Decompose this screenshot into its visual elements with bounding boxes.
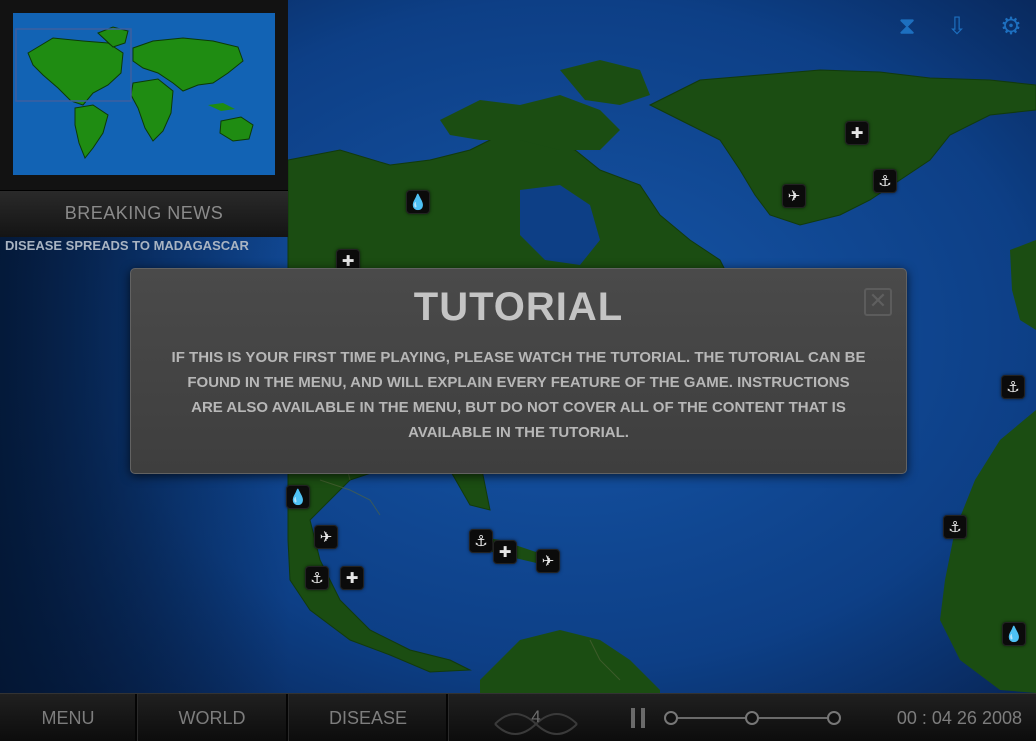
hospital-icon[interactable]: ✚ [845, 121, 869, 145]
bottom-bar: MENU WORLD DISEASE 4 00 : 04 26 2008 [0, 693, 1036, 741]
speed-fast-dot[interactable] [827, 711, 841, 725]
world-button[interactable]: WORLD [138, 694, 286, 741]
dna-points-count: 4 [531, 707, 541, 726]
menu-button[interactable]: MENU [0, 694, 136, 741]
port-icon[interactable]: ⚓ [305, 566, 329, 590]
minimap-north-america [27, 37, 124, 106]
minimap-world [15, 26, 254, 159]
minimap[interactable] [13, 13, 275, 175]
water-icon[interactable]: 💧 [286, 485, 310, 509]
airport-icon[interactable]: ✈ [536, 549, 560, 573]
tutorial-dialog: TUTORIAL ✕ IF THIS IS YOUR FIRST TIME PL… [130, 268, 907, 474]
close-icon[interactable]: ✕ [864, 288, 892, 316]
game-date: 00 : 04 26 2008 [896, 708, 1022, 728]
dialog-body: IF THIS IS YOUR FIRST TIME PLAYING, PLEA… [171, 349, 866, 441]
divider [446, 694, 449, 741]
speed-medium-dot[interactable] [745, 711, 759, 725]
minimap-frame [0, 0, 288, 190]
port-icon[interactable]: ⚓ [1001, 375, 1025, 399]
airport-icon[interactable]: ✈ [314, 525, 338, 549]
minimap-south-america [74, 104, 109, 159]
disease-button[interactable]: DISEASE [288, 694, 448, 741]
news-ticker: DISEASE SPREADS TO MADAGASCAR [5, 238, 249, 253]
game-stage: ✚ ⚓ ✈ 💧 ✚ ⚓ 💧 ✈ ⚓ ✚ ✈ ⚓ ✚ ⚓ 💧 ⧗ ⇩ ⚙ BREA… [0, 0, 1036, 741]
breaking-news-title: BREAKING NEWS [64, 203, 224, 223]
pause-icon[interactable] [628, 708, 650, 728]
hospital-icon[interactable]: ✚ [493, 540, 517, 564]
dialog-title: TUTORIAL [413, 285, 624, 329]
water-icon[interactable]: 💧 [1002, 622, 1026, 646]
minimap-australia [219, 116, 254, 142]
airport-icon[interactable]: ✈ [782, 184, 806, 208]
port-icon[interactable]: ⚓ [873, 169, 897, 193]
hospital-icon[interactable]: ✚ [340, 566, 364, 590]
water-icon[interactable]: 💧 [406, 190, 430, 214]
hourglass-icon[interactable]: ⧗ [892, 12, 922, 40]
port-icon[interactable]: ⚓ [469, 529, 493, 553]
minimap-indonesia [208, 103, 235, 111]
minimap-africa [130, 78, 174, 142]
speed-slow-dot[interactable] [664, 711, 678, 725]
download-arrow-icon[interactable]: ⇩ [942, 12, 972, 40]
breaking-news-bar: BREAKING NEWS [0, 190, 288, 237]
gear-icon[interactable]: ⚙ [996, 12, 1026, 40]
port-icon[interactable]: ⚓ [943, 515, 967, 539]
